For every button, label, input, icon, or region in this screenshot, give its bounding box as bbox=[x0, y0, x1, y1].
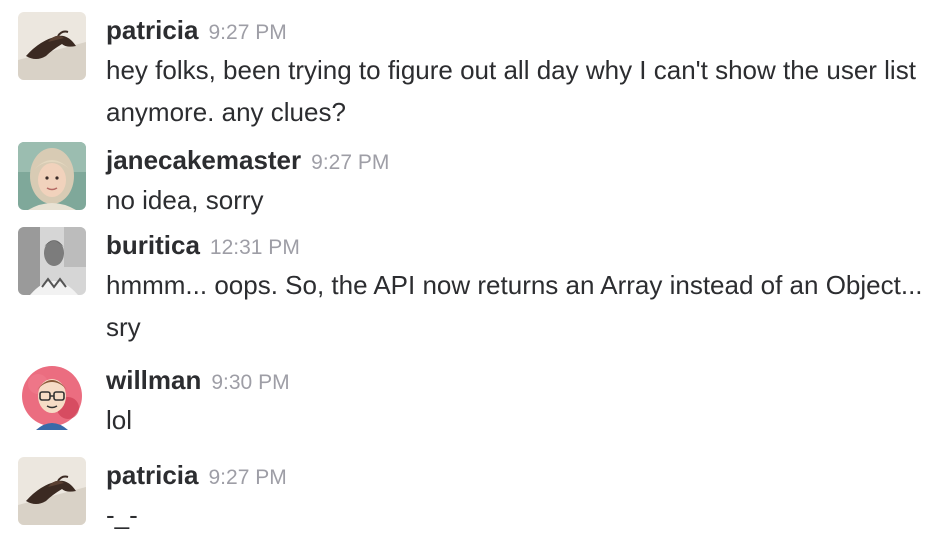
username[interactable]: willman bbox=[106, 365, 201, 395]
message-text: hmmm... oops. So, the API now returns an… bbox=[106, 270, 923, 342]
username[interactable]: buritica bbox=[106, 230, 200, 260]
timestamp[interactable]: 9:27 PM bbox=[209, 21, 287, 44]
woman-photo-avatar-icon bbox=[18, 142, 86, 210]
avatar[interactable] bbox=[18, 142, 86, 210]
timestamp[interactable]: 9:27 PM bbox=[311, 151, 389, 174]
message-text: hey folks, been trying to figure out all… bbox=[106, 55, 916, 127]
timestamp[interactable]: 12:31 PM bbox=[210, 236, 300, 259]
man-bw-photo-avatar-icon bbox=[18, 227, 86, 295]
cartoon-glasses-avatar-icon bbox=[18, 362, 86, 430]
message-list: patricia 9:27 PM hey folks, been trying t… bbox=[0, 0, 952, 540]
avatar[interactable] bbox=[18, 457, 86, 525]
message-text: lol bbox=[106, 405, 133, 435]
moth-photo-avatar-icon bbox=[18, 457, 86, 525]
username[interactable]: janecakemaster bbox=[106, 145, 301, 175]
moth-photo-avatar-icon bbox=[18, 12, 86, 80]
username[interactable]: patricia bbox=[106, 15, 199, 45]
username[interactable]: patricia bbox=[106, 460, 199, 490]
timestamp[interactable]: 9:30 PM bbox=[211, 371, 289, 394]
timestamp[interactable]: 9:27 PM bbox=[209, 466, 287, 489]
avatar[interactable] bbox=[18, 362, 86, 430]
avatar[interactable] bbox=[18, 227, 86, 295]
message-text: no idea, sorry bbox=[106, 185, 264, 215]
avatar[interactable] bbox=[18, 12, 86, 80]
message-text: -_- bbox=[106, 500, 138, 530]
